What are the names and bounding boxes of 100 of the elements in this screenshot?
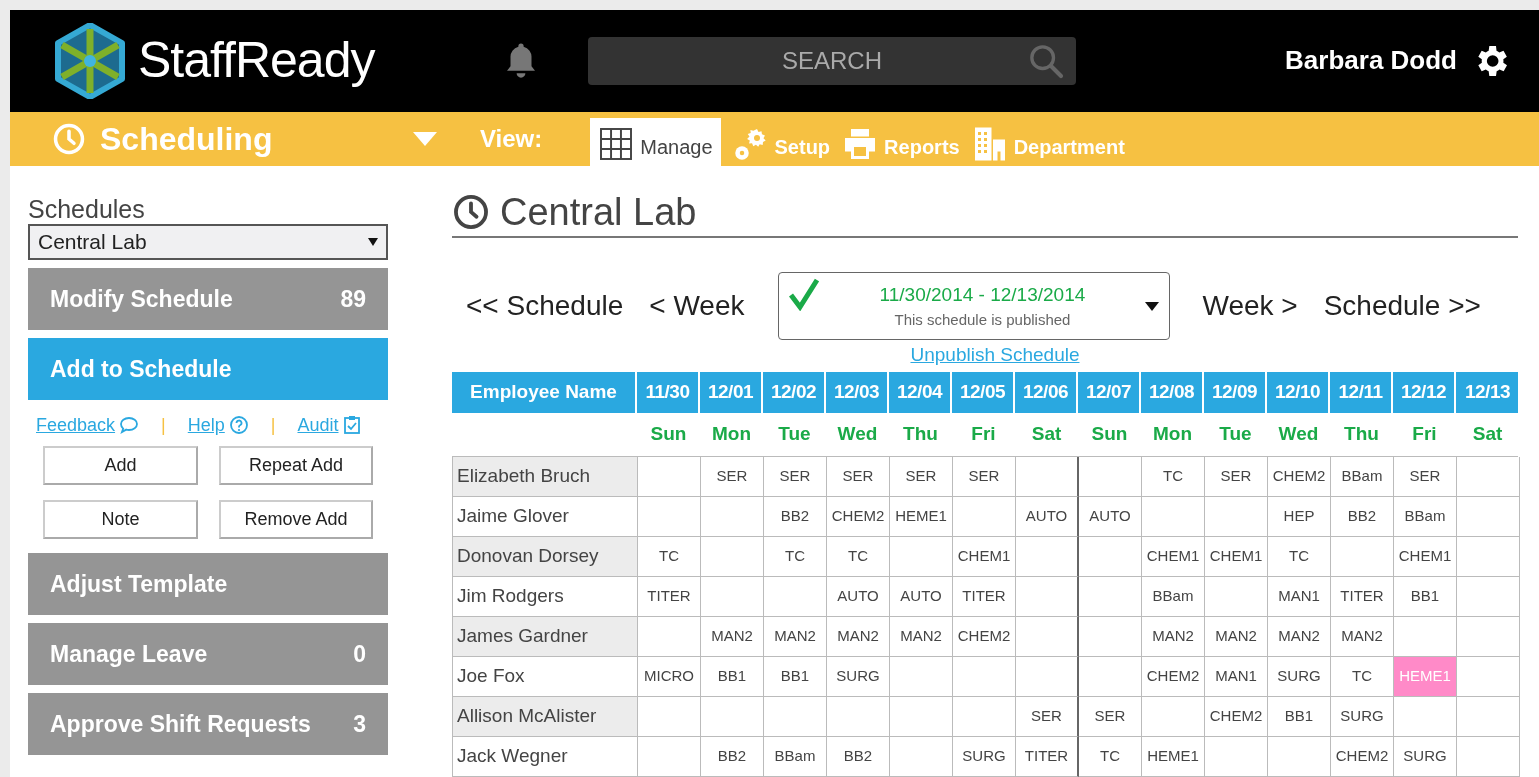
shift-cell[interactable]: TITER bbox=[638, 577, 701, 617]
shift-cell[interactable]: MAN2 bbox=[1142, 617, 1205, 657]
shift-cell[interactable] bbox=[638, 457, 701, 497]
shift-cell[interactable] bbox=[953, 497, 1016, 537]
shift-cell[interactable]: MAN2 bbox=[827, 617, 890, 657]
shift-cell[interactable]: AUTO bbox=[1079, 497, 1142, 537]
shift-cell[interactable] bbox=[764, 697, 827, 737]
shift-cell[interactable] bbox=[1457, 577, 1520, 617]
shift-cell[interactable]: SURG bbox=[827, 657, 890, 697]
action-button[interactable]: Remove Add bbox=[219, 500, 373, 539]
shift-cell[interactable] bbox=[1079, 657, 1142, 697]
shift-cell[interactable]: AUTO bbox=[890, 577, 953, 617]
shift-cell[interactable]: SER bbox=[1016, 697, 1079, 737]
next-week-link[interactable]: Week > bbox=[1202, 285, 1298, 327]
shift-cell[interactable]: MAN2 bbox=[764, 617, 827, 657]
shift-cell[interactable]: SURG bbox=[1394, 737, 1457, 777]
shift-cell[interactable]: BB1 bbox=[701, 657, 764, 697]
shift-cell[interactable] bbox=[638, 737, 701, 777]
shift-cell[interactable]: SURG bbox=[1331, 697, 1394, 737]
search-field[interactable]: SEARCH bbox=[588, 36, 1076, 85]
shift-cell[interactable] bbox=[1457, 537, 1520, 577]
shift-cell[interactable]: HEP bbox=[1268, 497, 1331, 537]
shift-cell[interactable]: MAN2 bbox=[701, 617, 764, 657]
shift-cell[interactable]: BB1 bbox=[764, 657, 827, 697]
shift-cell[interactable] bbox=[638, 617, 701, 657]
shift-cell[interactable] bbox=[1079, 537, 1142, 577]
shift-cell[interactable]: CHEM2 bbox=[1142, 657, 1205, 697]
shift-cell[interactable] bbox=[764, 577, 827, 617]
shift-cell[interactable]: CHEM1 bbox=[953, 537, 1016, 577]
shift-cell[interactable]: TC bbox=[764, 537, 827, 577]
shift-cell[interactable]: BBam bbox=[1394, 497, 1457, 537]
shift-cell[interactable]: SER bbox=[953, 457, 1016, 497]
shift-cell[interactable]: TITER bbox=[953, 577, 1016, 617]
shift-cell[interactable]: CHEM2 bbox=[1205, 697, 1268, 737]
shift-cell[interactable] bbox=[953, 657, 1016, 697]
shift-cell[interactable]: HEME1 bbox=[890, 497, 953, 537]
shift-cell[interactable]: TC bbox=[1268, 537, 1331, 577]
shift-cell[interactable]: CHEM2 bbox=[827, 497, 890, 537]
shift-cell[interactable]: BB2 bbox=[701, 737, 764, 777]
shift-cell[interactable]: CHEM2 bbox=[953, 617, 1016, 657]
shift-cell[interactable] bbox=[1079, 577, 1142, 617]
shift-cell[interactable]: BBam bbox=[1142, 577, 1205, 617]
shift-cell[interactable]: TITER bbox=[1331, 577, 1394, 617]
shift-cell[interactable]: BB1 bbox=[1394, 577, 1457, 617]
shift-cell[interactable] bbox=[1457, 737, 1520, 777]
shift-cell[interactable]: BB1 bbox=[1268, 697, 1331, 737]
action-button[interactable]: Repeat Add bbox=[219, 446, 373, 485]
shift-cell[interactable]: SER bbox=[701, 457, 764, 497]
shift-cell[interactable]: SURG bbox=[953, 737, 1016, 777]
shift-cell[interactable]: CHEM1 bbox=[1394, 537, 1457, 577]
shift-cell[interactable]: CHEM1 bbox=[1142, 537, 1205, 577]
shift-cell[interactable]: TC bbox=[827, 537, 890, 577]
shift-cell[interactable]: CHEM2 bbox=[1268, 457, 1331, 497]
user-name[interactable]: Barbara Dodd bbox=[1285, 41, 1457, 81]
shift-cell[interactable]: MAN2 bbox=[1205, 617, 1268, 657]
action-button[interactable]: Note bbox=[43, 500, 198, 539]
shift-cell[interactable]: SURG bbox=[1268, 657, 1331, 697]
shift-cell[interactable]: SER bbox=[1394, 457, 1457, 497]
shift-cell[interactable] bbox=[1457, 697, 1520, 737]
shift-cell[interactable] bbox=[701, 497, 764, 537]
shift-cell[interactable]: BB2 bbox=[764, 497, 827, 537]
shift-cell[interactable] bbox=[1457, 457, 1520, 497]
shift-cell[interactable]: MAN2 bbox=[890, 617, 953, 657]
shift-cell[interactable] bbox=[1457, 617, 1520, 657]
shift-cell[interactable]: MAN2 bbox=[1268, 617, 1331, 657]
shift-cell[interactable]: CHEM2 bbox=[1331, 737, 1394, 777]
shift-cell[interactable] bbox=[890, 537, 953, 577]
shift-cell[interactable] bbox=[1394, 697, 1457, 737]
previous-schedule-link[interactable]: << Schedule bbox=[466, 285, 624, 327]
shift-cell[interactable]: BB2 bbox=[827, 737, 890, 777]
shift-cell[interactable]: BB2 bbox=[1331, 497, 1394, 537]
shift-cell[interactable]: HEME1 bbox=[1142, 737, 1205, 777]
shift-cell[interactable]: AUTO bbox=[1016, 497, 1079, 537]
next-schedule-link[interactable]: Schedule >> bbox=[1323, 285, 1481, 327]
shift-cell[interactable] bbox=[701, 577, 764, 617]
shift-cell[interactable] bbox=[1016, 457, 1079, 497]
shift-cell[interactable] bbox=[1142, 497, 1205, 537]
period-dropdown[interactable]: 11/30/2014 - 12/13/2014 This schedule is published bbox=[778, 272, 1171, 340]
shift-cell[interactable]: MICRO bbox=[638, 657, 701, 697]
shift-cell[interactable] bbox=[1016, 577, 1079, 617]
shift-cell[interactable] bbox=[1268, 737, 1331, 777]
previous-week-link[interactable]: < Week bbox=[649, 285, 745, 327]
shift-cell[interactable]: AUTO bbox=[827, 577, 890, 617]
shift-cell[interactable]: BBam bbox=[1331, 457, 1394, 497]
shift-cell[interactable]: SER bbox=[764, 457, 827, 497]
shift-cell[interactable] bbox=[1457, 497, 1520, 537]
shift-cell[interactable] bbox=[1016, 657, 1079, 697]
shift-cell[interactable]: SER bbox=[827, 457, 890, 497]
shift-cell[interactable]: CHEM1 bbox=[1205, 537, 1268, 577]
shift-cell[interactable] bbox=[1205, 497, 1268, 537]
shift-cell[interactable]: SER bbox=[890, 457, 953, 497]
shift-cell[interactable] bbox=[1016, 617, 1079, 657]
shift-cell[interactable] bbox=[1016, 537, 1079, 577]
shift-cell[interactable] bbox=[827, 697, 890, 737]
schedule-select[interactable]: Central Lab bbox=[28, 224, 388, 260]
shift-cell[interactable] bbox=[1331, 537, 1394, 577]
shift-cell[interactable] bbox=[1457, 657, 1520, 697]
shift-cell[interactable]: SER bbox=[1205, 457, 1268, 497]
shift-cell[interactable]: TC bbox=[638, 537, 701, 577]
shift-cell[interactable] bbox=[701, 697, 764, 737]
